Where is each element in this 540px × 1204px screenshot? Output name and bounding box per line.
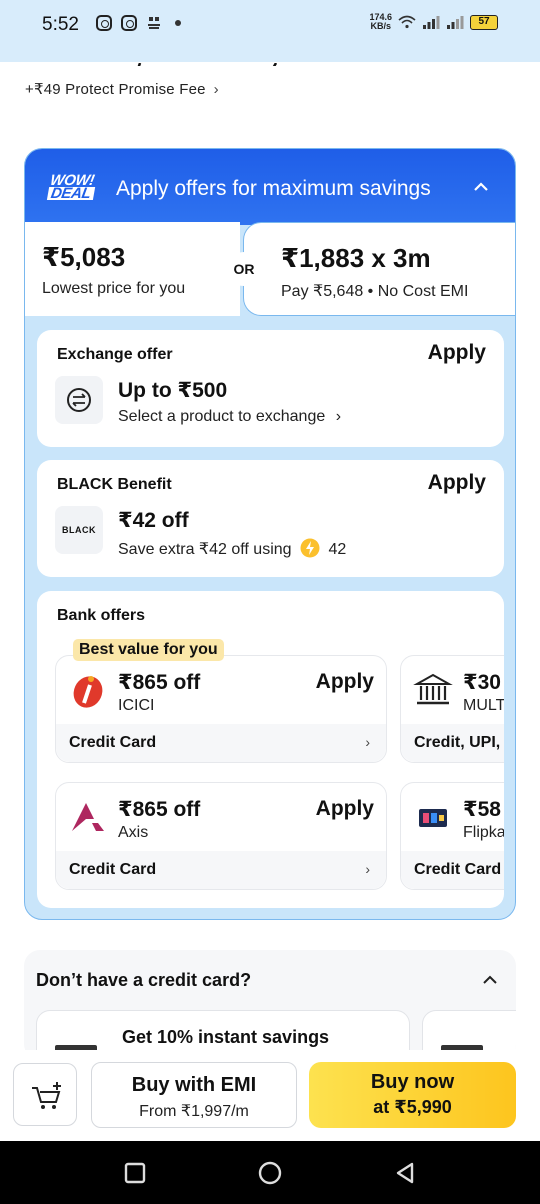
wow-deal-logo: WOW! DEAL [46, 172, 96, 202]
bank-offers-title: Bank offers [57, 607, 146, 624]
wifi-icon [398, 15, 416, 29]
exchange-apply-button[interactable]: Apply [428, 341, 486, 365]
status-bar: 5:52 174.6 KB/s 57 [0, 0, 540, 62]
chevron-right-icon: › [365, 861, 370, 877]
chevron-right-icon: › [335, 408, 342, 425]
black-sub: Save extra ₹42 off using 42 [118, 538, 346, 559]
chevron-right-icon: › [213, 81, 219, 98]
or-badge: OR [227, 252, 261, 286]
exchange-headline: Up to ₹500 [118, 379, 228, 402]
exchange-offer-card: Exchange offer Apply Up to ₹500 Select a… [37, 330, 504, 447]
lowest-price-label: Lowest price for you [42, 280, 186, 297]
chevron-right-icon: › [365, 734, 370, 750]
offers-header[interactable]: WOW! DEAL Apply offers for maximum savin… [25, 149, 515, 225]
black-logo: BLACK [55, 506, 103, 554]
black-benefit-title: BLACK Benefit [57, 476, 172, 493]
bank-offer-axis[interactable]: ₹865 off Axis Apply Credit Card › [55, 782, 387, 890]
bottom-action-bar: Buy with EMI From ₹1,997/m Buy now at ₹5… [0, 1050, 540, 1142]
emi-price: ₹1,883 x 3m [281, 243, 431, 273]
icici-footer[interactable]: Credit Card › [56, 724, 386, 762]
black-apply-button[interactable]: Apply [428, 471, 486, 495]
instagram-icon [96, 15, 112, 31]
best-value-badge: Best value for you [73, 639, 224, 661]
offers-header-title: Apply offers for maximum savings [116, 177, 431, 200]
lowest-price-option[interactable]: ₹5,083 Lowest price for you [25, 222, 240, 316]
chevron-up-icon[interactable] [473, 181, 489, 191]
flipkart-footer[interactable]: Credit Card [401, 851, 504, 889]
bank-offer-flipkart[interactable]: ₹58 Flipka Credit Card [400, 782, 504, 890]
axis-logo [72, 803, 104, 831]
home-icon[interactable] [258, 1161, 282, 1185]
offers-panel: WOW! DEAL Apply offers for maximum savin… [24, 148, 516, 920]
icici-apply-button[interactable]: Apply [316, 670, 374, 694]
supercoin-icon [300, 538, 320, 558]
chevron-up-icon[interactable] [482, 974, 498, 984]
recents-icon[interactable] [123, 1161, 147, 1185]
no-credit-card-section: Don’t have a credit card? Get 10% instan… [24, 950, 516, 1060]
product-title-fragment [100, 58, 300, 66]
axis-footer[interactable]: Credit Card › [56, 851, 386, 889]
app-notification-icon [146, 15, 162, 31]
lowest-price: ₹5,083 [42, 242, 126, 272]
emi-option[interactable]: ₹1,883 x 3m Pay ₹5,648 • No Cost EMI [243, 222, 515, 316]
black-benefit-card: BLACK Benefit Apply BLACK ₹42 off Save e… [37, 460, 504, 577]
instagram-icon [121, 15, 137, 31]
status-time: 5:52 [42, 14, 79, 35]
notification-icons [96, 15, 181, 31]
price-options: ₹5,083 Lowest price for you OR ₹1,883 x … [25, 222, 515, 316]
buy-with-emi-button[interactable]: Buy with EMI From ₹1,997/m [91, 1062, 297, 1128]
protect-promise-fee-link[interactable]: +₹49 Protect Promise Fee › [25, 80, 219, 98]
exchange-select-link[interactable]: Select a product to exchange › [118, 408, 341, 426]
bank-offers-card: Bank offers Best value for you ₹865 off … [37, 591, 504, 908]
signal-icon-2 [447, 16, 464, 29]
cart-plus-icon [32, 1082, 61, 1109]
battery-icon: 57 [470, 14, 498, 30]
black-headline: ₹42 off [118, 509, 189, 532]
emi-price-label: Pay ₹5,648 • No Cost EMI [281, 283, 469, 300]
add-to-cart-button[interactable] [13, 1063, 77, 1126]
icici-logo [73, 676, 103, 708]
status-right: 174.6 KB/s 57 [369, 13, 498, 31]
system-nav-bar [0, 1141, 540, 1204]
bank-offer-multi[interactable]: ₹30 MULT Credit, UPI, [400, 655, 504, 763]
axis-apply-button[interactable]: Apply [316, 797, 374, 821]
multi-footer[interactable]: Credit, UPI, [401, 724, 504, 762]
bank-building-icon [413, 673, 453, 705]
bank-offer-icici[interactable]: ₹865 off ICICI Apply Credit Card › [55, 655, 387, 763]
back-icon[interactable] [393, 1161, 417, 1185]
no-credit-card-title: Don’t have a credit card? [36, 970, 252, 990]
network-speed: 174.6 KB/s [369, 12, 392, 31]
exchange-offer-title: Exchange offer [57, 346, 173, 363]
exchange-icon [55, 376, 103, 424]
buy-now-button[interactable]: Buy now at ₹5,990 [309, 1062, 516, 1128]
more-notifications-dot [175, 20, 181, 26]
signal-icon [423, 16, 440, 29]
flipkart-card-icon [419, 809, 447, 827]
